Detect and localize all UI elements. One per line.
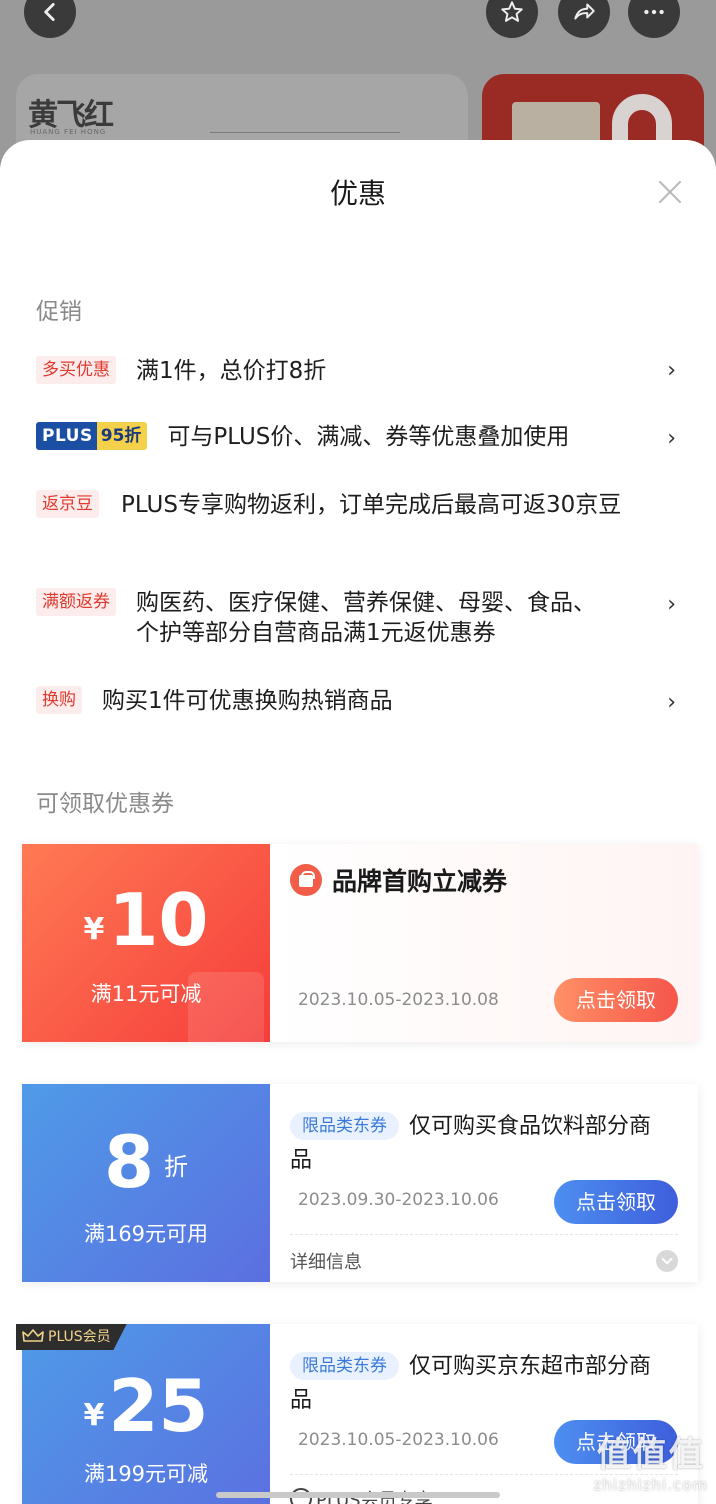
coupon-condition: 满199元可减 [83, 1462, 209, 1486]
chevron-right-icon: › [667, 358, 676, 383]
plus-discount-tag: PLUS 95折 [36, 422, 148, 450]
product-ruler-line [210, 132, 400, 133]
favorite-star-icon[interactable] [486, 0, 538, 38]
coupon-date: 2023.10.05-2023.10.06 [298, 1430, 499, 1450]
coupon-card: 8折 满169元可用 限品类东券 仅可购买食品饮料部分商品 2023.09.30-… [22, 1084, 698, 1282]
coupon-value-panel: ¥25 满199元可减 [22, 1324, 270, 1504]
promo-tag: 多买优惠 [36, 356, 116, 384]
coupon-condition: 满11元可减 [90, 982, 202, 1006]
promo-row-plus[interactable]: PLUS 95折 可与PLUS价、满减、券等优惠叠加使用 › [36, 422, 686, 452]
coupon-amount: 8折 [103, 1120, 189, 1204]
coupon-amount: ¥10 [83, 878, 209, 962]
promo-text: 满1件，总价打8折 [136, 358, 327, 384]
coupon-value-panel: ¥10 满11元可减 [22, 844, 270, 1042]
category-tag: 限品类东券 [290, 1352, 399, 1380]
home-indicator[interactable] [216, 1492, 500, 1498]
promo-tag: 换购 [36, 686, 82, 714]
promo-text: PLUS专享购物返利，订单完成后最高可返30京豆 [121, 492, 622, 518]
coupon-condition: 满169元可用 [83, 1222, 209, 1246]
close-icon[interactable] [658, 180, 682, 204]
shopping-bag-icon [290, 864, 322, 896]
watermark: 值值值 zhizhizhi.com [593, 1435, 708, 1494]
claim-coupon-button[interactable]: 点击领取 [554, 1180, 678, 1224]
chevron-right-icon: › [667, 690, 676, 715]
coupon-value-panel: 8折 满169元可用 [22, 1084, 270, 1282]
promo-tag: 满额返券 [36, 588, 116, 616]
promo-text: 购买1件可优惠换购热销商品 [102, 688, 393, 714]
coupon-card: ¥10 满11元可减 品牌首购立减券 2023.10.05-2023.10.08… [22, 844, 698, 1042]
chevron-down-icon[interactable] [656, 1250, 678, 1272]
coupon-date: 2023.10.05-2023.10.08 [298, 990, 499, 1010]
back-icon[interactable] [24, 0, 76, 38]
promo-text: 可与PLUS价、满减、券等优惠叠加使用 [167, 424, 570, 450]
promo-row-multi-buy[interactable]: 多买优惠 满1件，总价打8折 › [36, 356, 686, 386]
chevron-right-icon: › [667, 592, 676, 617]
category-tag: 限品类东券 [290, 1112, 399, 1140]
coupon-detail-link[interactable]: 详细信息 [290, 1248, 362, 1274]
coupon-title: 限品类东券 仅可购买食品饮料部分商品 [290, 1112, 652, 1173]
promo-text: 购医药、医疗保健、营养保健、母婴、食品、个护等部分自营商品满1元返优惠券 [136, 590, 596, 646]
sheet-title: 优惠 [329, 177, 386, 210]
coupon-title: 品牌首购立减券 [332, 867, 508, 896]
background-product-page: 黄飞红 HUANG FEI HONG [0, 0, 716, 160]
plus-member-badge: PLUS会员 [16, 1324, 127, 1350]
brand-sublogo: HUANG FEI HONG [30, 128, 107, 136]
chevron-right-icon: › [667, 426, 676, 451]
promo-row-exchange[interactable]: 换购 购买1件可优惠换购热销商品 › [36, 686, 686, 716]
claim-coupon-button[interactable]: 点击领取 [554, 978, 678, 1022]
coupon-date: 2023.09.30-2023.10.06 [298, 1190, 499, 1210]
plus-label: PLUS [36, 422, 97, 450]
share-icon[interactable] [558, 0, 610, 38]
coupon-section-label: 可领取优惠券 [36, 791, 174, 817]
promo-section-label: 促销 [36, 299, 82, 325]
plus-discount: 95折 [96, 422, 148, 450]
more-options-icon[interactable] [628, 0, 680, 38]
promo-row-coupon-return[interactable]: 满额返券 购医药、医疗保健、营养保健、母婴、食品、个护等部分自营商品满1元返优惠… [36, 588, 686, 648]
coupon-info-panel: 限品类东券 仅可购买食品饮料部分商品 2023.09.30-2023.10.06 … [270, 1084, 698, 1282]
promo-row-jingdou: 返京豆 PLUS专享购物返利，订单完成后最高可返30京豆 [36, 490, 676, 520]
crown-icon [22, 1329, 44, 1342]
coupon-title: 限品类东券 仅可购买京东超市部分商品 [290, 1352, 652, 1413]
promo-tag: 返京豆 [36, 490, 99, 518]
coupon-amount: ¥25 [83, 1364, 209, 1448]
coupon-info-panel: 品牌首购立减券 2023.10.05-2023.10.08 点击领取 [270, 844, 698, 1042]
promotions-sheet: 优惠 促销 多买优惠 满1件，总价打8折 › PLUS 95折 可与PLUS价、… [0, 140, 716, 1504]
